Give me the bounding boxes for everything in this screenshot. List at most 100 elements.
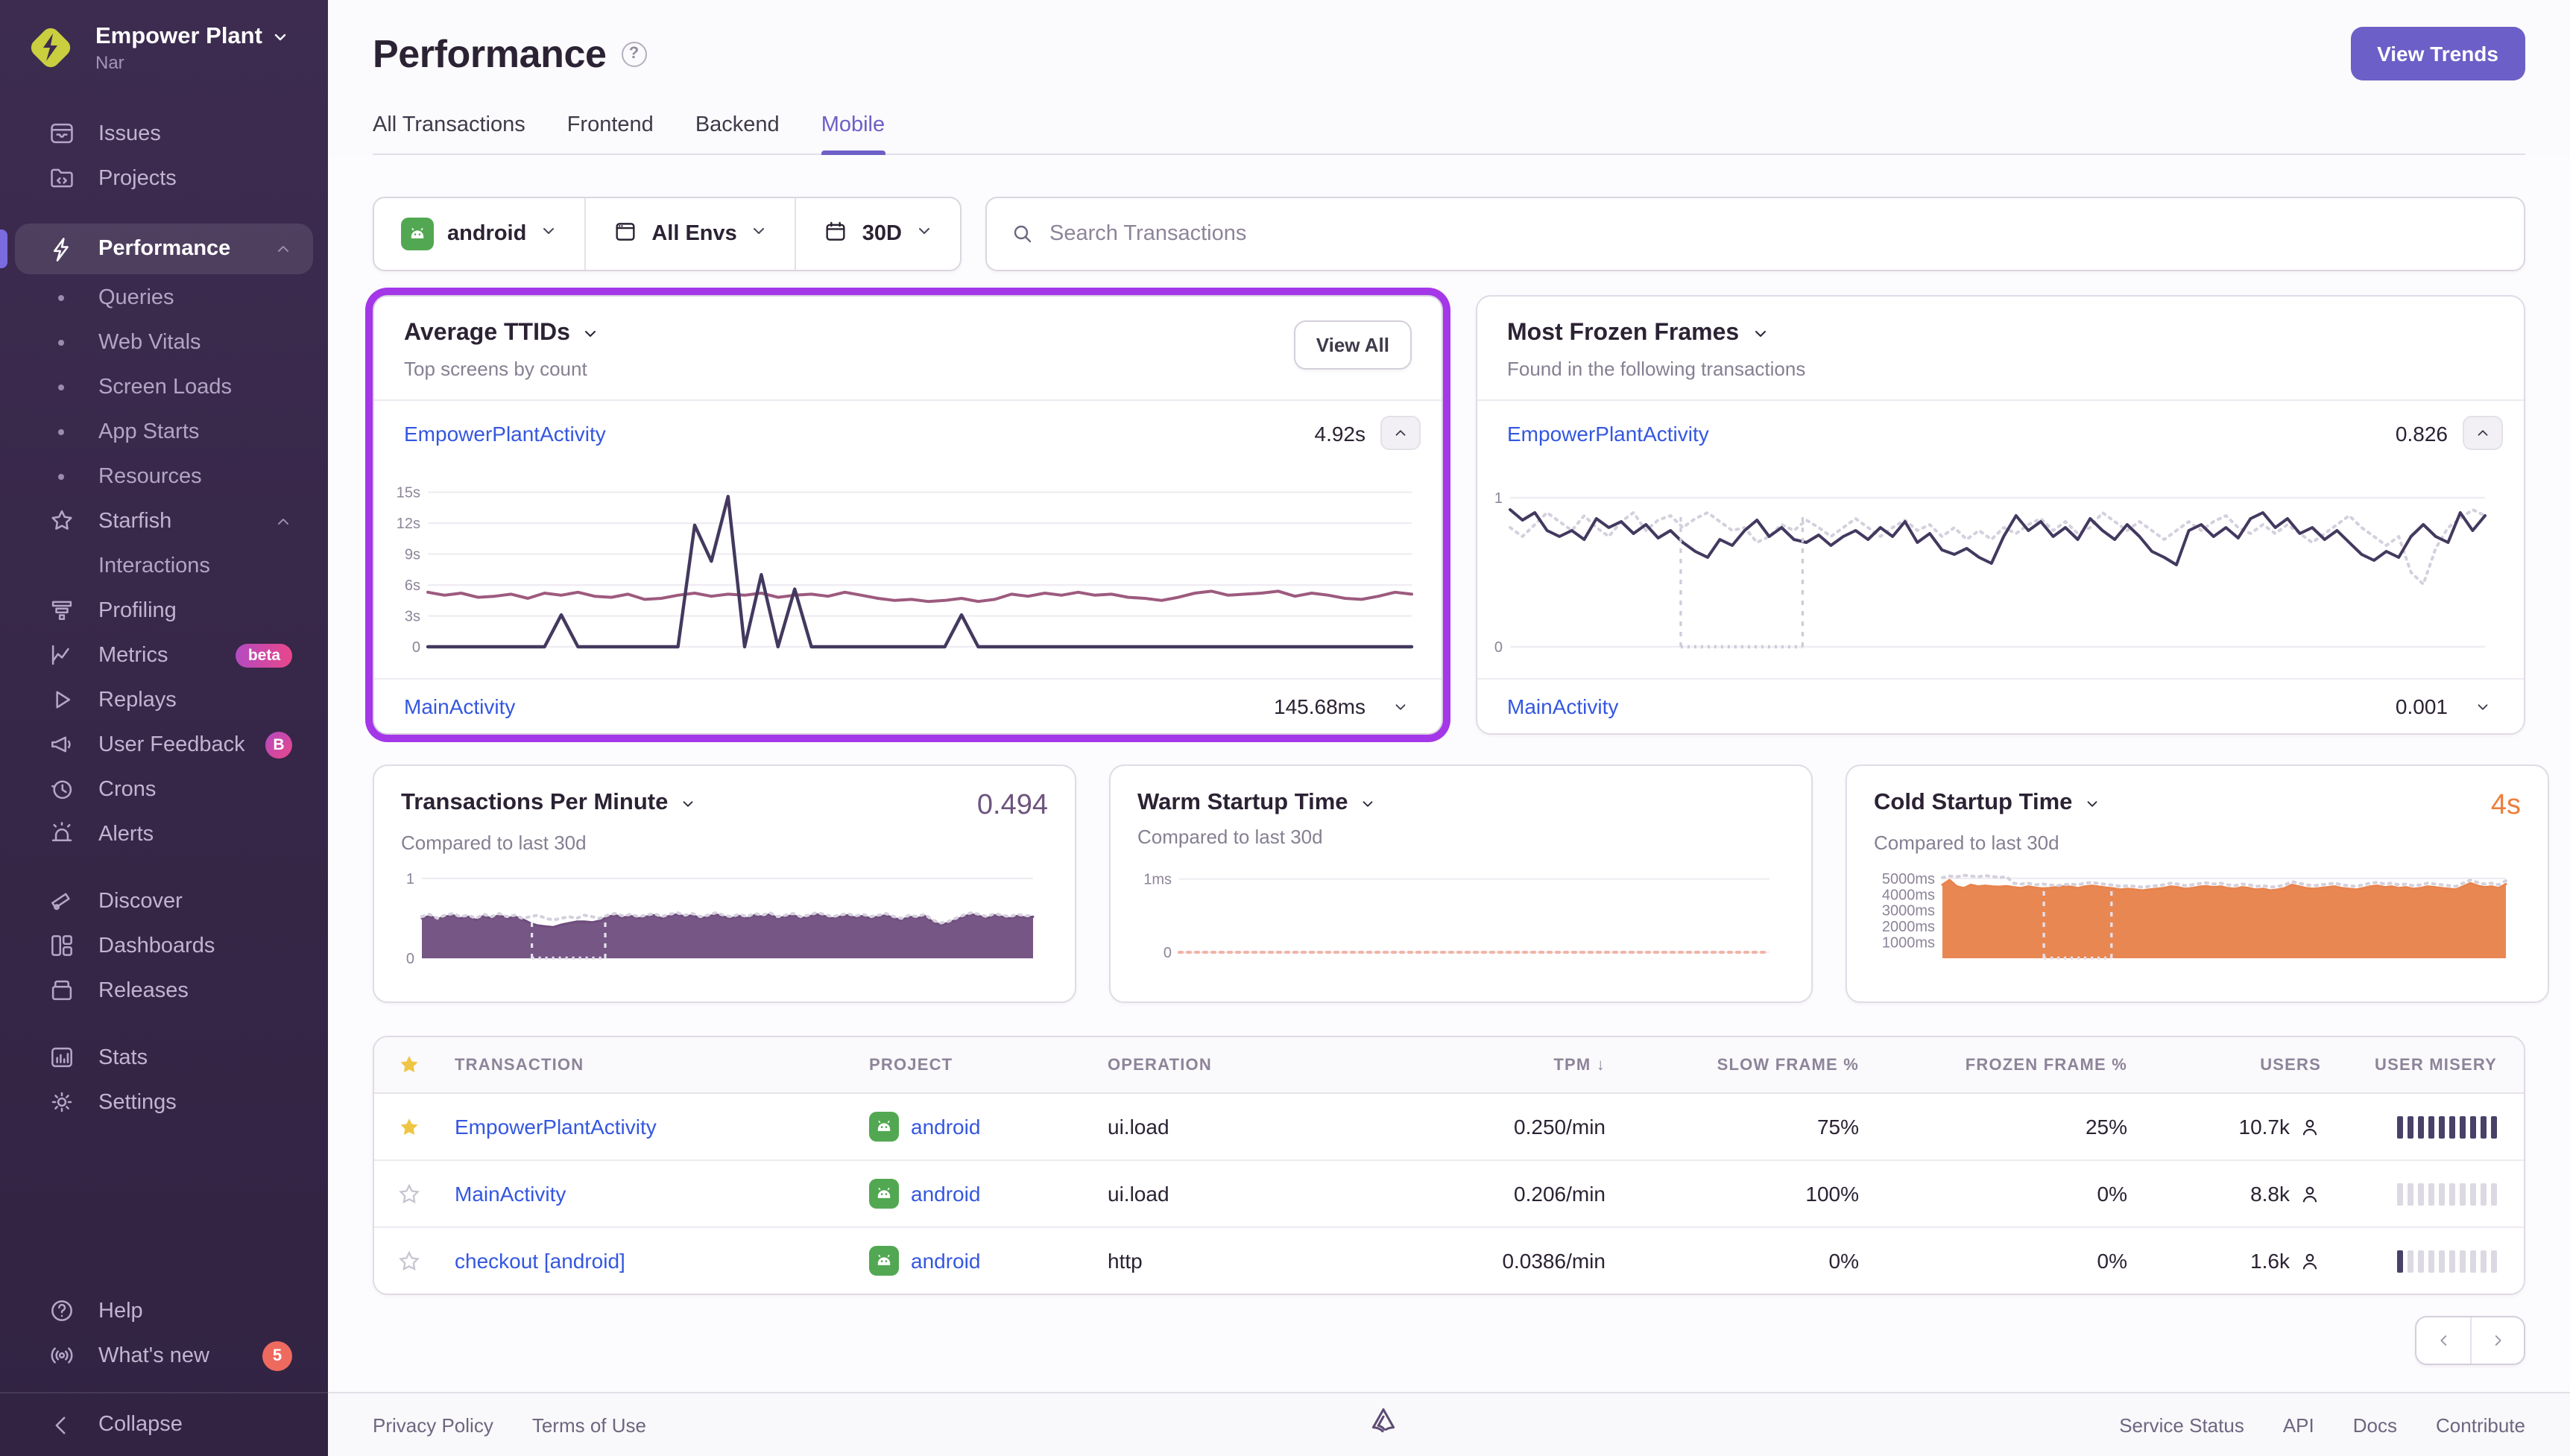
svg-text:1: 1 <box>406 871 414 887</box>
search-input[interactable] <box>1049 222 2500 246</box>
sidebar-item-performance[interactable]: Performance <box>0 224 313 274</box>
star-toggle[interactable] <box>374 1230 443 1291</box>
sidebar-item-discover[interactable]: Discover <box>15 879 313 922</box>
sidebar-item-help[interactable]: Help <box>15 1289 313 1332</box>
column-header-project[interactable]: PROJECT <box>857 1041 1096 1089</box>
sidebar-item-resources[interactable]: Resources <box>15 455 313 498</box>
sidebar-item-issues[interactable]: Issues <box>15 112 313 155</box>
page-header: Performance ? View Trends All Transactio… <box>328 0 2570 155</box>
dashboards-icon <box>45 929 78 962</box>
sidebar-item-stats[interactable]: Stats <box>15 1036 313 1079</box>
sidebar-item-alerts[interactable]: Alerts <box>15 812 313 855</box>
footer-link[interactable]: API <box>2283 1414 2314 1436</box>
column-header-transaction[interactable]: TRANSACTION <box>443 1041 857 1089</box>
previous-page-button[interactable] <box>2416 1317 2470 1364</box>
svg-text:0: 0 <box>1164 945 1172 961</box>
bullet-icon <box>45 326 78 358</box>
help-icon[interactable]: ? <box>621 41 647 66</box>
sidebar-item-metrics[interactable]: Metrics beta <box>15 633 313 677</box>
sidebar-item-starfish[interactable]: Starfish <box>15 499 313 542</box>
svg-text:0: 0 <box>406 951 414 967</box>
collapse-accordion-button[interactable] <box>2463 416 2503 450</box>
project-link[interactable]: android <box>911 1115 980 1139</box>
tpm-cell: 0.250/min <box>1514 1115 1606 1139</box>
tab-all-transactions[interactable]: All Transactions <box>373 113 525 153</box>
panel-title-tpm[interactable]: Transactions Per Minute <box>401 790 696 817</box>
star-outline-icon[interactable] <box>396 1248 421 1273</box>
sidebar-item-user-feedback[interactable]: User Feedback B <box>15 723 313 766</box>
transaction-link[interactable]: EmpowerPlantActivity <box>404 421 606 445</box>
tab-mobile[interactable]: Mobile <box>821 113 885 155</box>
sidebar-item-settings[interactable]: Settings <box>15 1080 313 1124</box>
org-logo-icon <box>24 21 78 75</box>
transaction-link[interactable]: checkout [android] <box>455 1249 625 1273</box>
releases-icon <box>45 974 78 1007</box>
page-content: android All Envs 30D Search Transactions… <box>328 155 2570 1365</box>
accordion-row-mainactivity: MainActivity 145.68ms <box>374 678 1442 733</box>
chevron-down-icon <box>585 331 596 337</box>
footer-link[interactable]: Terms of Use <box>532 1414 646 1436</box>
footer-link[interactable]: Service Status <box>2119 1414 2244 1436</box>
users-cell: 8.8k <box>2139 1164 2333 1224</box>
project-link[interactable]: android <box>911 1182 980 1206</box>
panel-title-warm-startup[interactable]: Warm Startup Time <box>1137 790 1377 817</box>
next-page-button[interactable] <box>2470 1317 2524 1364</box>
transaction-link[interactable]: EmpowerPlantActivity <box>455 1115 657 1139</box>
sidebar-item-dashboards[interactable]: Dashboards <box>15 924 313 967</box>
column-header-frozen-frame[interactable]: FROZEN FRAME % <box>1871 1041 2139 1089</box>
column-header-slow-frame[interactable]: SLOW FRAME % <box>1617 1041 1871 1089</box>
transaction-link[interactable]: MainActivity <box>404 694 515 718</box>
star-filled-icon[interactable] <box>396 1114 421 1139</box>
view-all-button[interactable]: View All <box>1293 320 1412 370</box>
sidebar-item-profiling[interactable]: Profiling <box>15 589 313 632</box>
star-filled-icon[interactable] <box>396 1052 421 1077</box>
sidebar-collapse-button[interactable]: Collapse <box>15 1393 313 1456</box>
panel-title-average-ttids[interactable]: Average TTIDs <box>404 320 600 347</box>
accordion-row-empowerplantactivity: EmpowerPlantActivity 4.92s <box>374 399 1442 465</box>
tab-frontend[interactable]: Frontend <box>567 113 654 153</box>
crons-icon <box>45 773 78 805</box>
sidebar-item-web-vitals[interactable]: Web Vitals <box>15 320 313 364</box>
org-name: Empower Plant <box>95 24 262 49</box>
column-header-user-misery[interactable]: USER MISERY <box>2333 1041 2524 1089</box>
panel-title-cold-startup[interactable]: Cold Startup Time <box>1874 790 2100 817</box>
view-trends-button[interactable]: View Trends <box>2350 27 2525 80</box>
column-header-tpm[interactable]: TPM ↓ <box>1364 1041 1617 1089</box>
sidebar-item-projects[interactable]: Projects <box>15 156 313 200</box>
sidebar-item-whats-new[interactable]: What's new 5 <box>15 1334 313 1377</box>
sidebar-item-crons[interactable]: Crons <box>15 767 313 811</box>
collapse-accordion-button[interactable] <box>1380 416 1421 450</box>
star-toggle[interactable] <box>374 1096 443 1157</box>
org-switcher[interactable]: Empower Plant Nar <box>0 0 328 89</box>
star-toggle[interactable] <box>374 1163 443 1224</box>
environment-filter[interactable]: All Envs <box>584 198 795 270</box>
expand-accordion-button[interactable] <box>1380 698 1421 715</box>
sidebar-item-replays[interactable]: Replays <box>15 678 313 721</box>
transaction-link[interactable]: MainActivity <box>1507 694 1618 718</box>
frozen-frame-cell: 0% <box>2097 1249 2127 1273</box>
sidebar-item-interactions[interactable]: Interactions <box>15 544 313 587</box>
svg-text:1000ms: 1000ms <box>1882 935 1935 952</box>
bullet-icon <box>45 415 78 448</box>
transaction-link[interactable]: MainActivity <box>455 1182 566 1206</box>
column-header-operation[interactable]: OPERATION <box>1096 1041 1364 1089</box>
transaction-link[interactable]: EmpowerPlantActivity <box>1507 421 1709 445</box>
star-outline-icon[interactable] <box>396 1181 421 1206</box>
footer-link[interactable]: Privacy Policy <box>373 1414 493 1436</box>
sidebar-item-queries[interactable]: Queries <box>15 276 313 319</box>
project-filter[interactable]: android <box>374 198 584 270</box>
sidebar-item-app-starts[interactable]: App Starts <box>15 410 313 453</box>
expand-accordion-button[interactable] <box>2463 698 2503 715</box>
footer-link[interactable]: Docs <box>2353 1414 2397 1436</box>
search-icon <box>1014 225 1032 243</box>
sidebar-item-screen-loads[interactable]: Screen Loads <box>15 365 313 408</box>
project-link[interactable]: android <box>911 1249 980 1273</box>
sidebar-item-releases[interactable]: Releases <box>15 969 313 1012</box>
star-column-header[interactable] <box>374 1037 443 1092</box>
tab-backend[interactable]: Backend <box>695 113 780 153</box>
panel-title-most-frozen-frames[interactable]: Most Frozen Frames <box>1507 320 1805 347</box>
footer-link[interactable]: Contribute <box>2436 1414 2525 1436</box>
panel-average-ttids: Average TTIDs Top screens by count View … <box>373 295 1443 735</box>
column-header-users[interactable]: USERS <box>2139 1041 2333 1089</box>
date-range-filter[interactable]: 30D <box>795 198 960 270</box>
